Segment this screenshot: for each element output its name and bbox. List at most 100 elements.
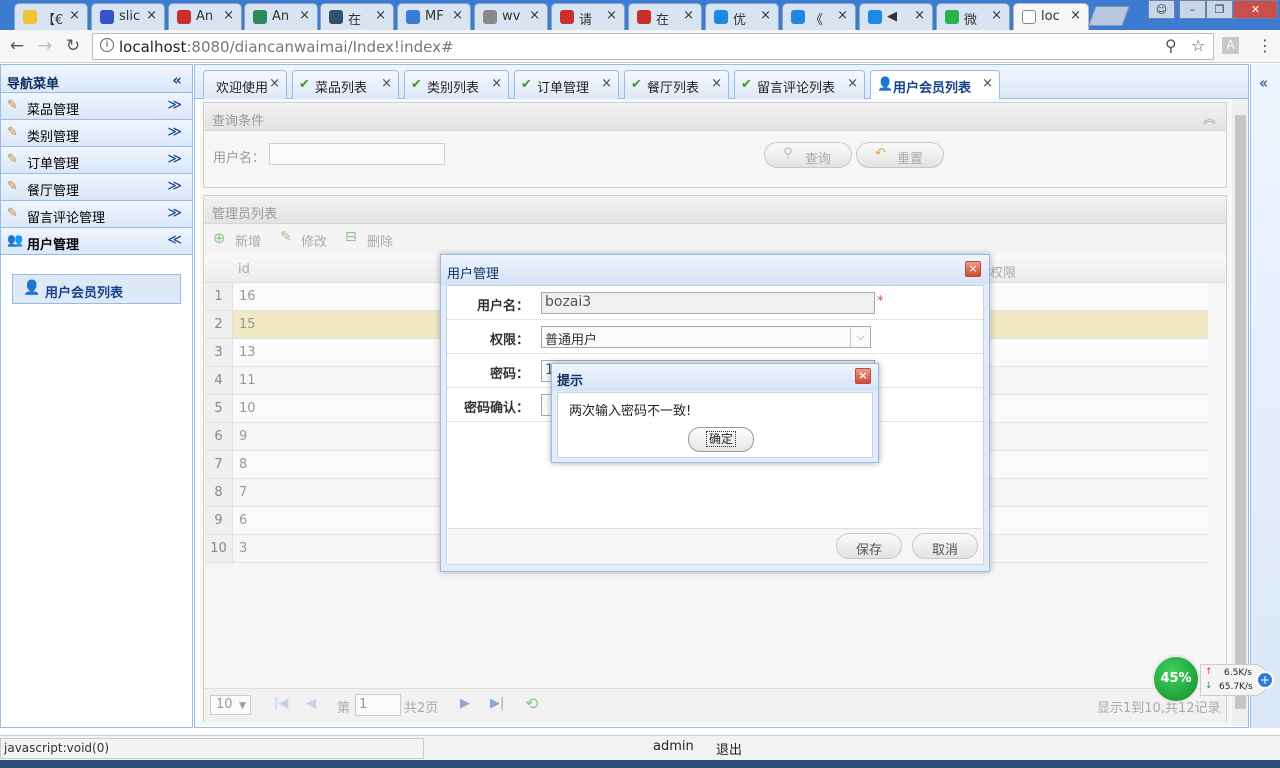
maximize-icon[interactable]: ❐ (1206, 0, 1233, 19)
minimize-icon[interactable]: – (1179, 0, 1206, 19)
logout-link[interactable]: 退出 (716, 739, 742, 758)
tab-6[interactable]: ✔ 留言评论列表 × (734, 70, 865, 99)
tab-close-icon[interactable]: × (69, 8, 80, 23)
alert-close-icon[interactable]: × (855, 368, 871, 384)
chevron-down-icon[interactable]: ⌵ (850, 327, 870, 347)
edit-button[interactable]: 修改 (301, 231, 327, 250)
page-number-input[interactable]: 1 (355, 694, 401, 716)
tab-close-icon[interactable]: × (146, 8, 157, 23)
refresh-icon[interactable]: ⟲ (525, 694, 538, 713)
first-page-icon[interactable]: |◀ (274, 696, 288, 711)
back-icon[interactable]: ← (6, 35, 28, 57)
add-icon[interactable]: + (1256, 671, 1274, 689)
tab-close-icon[interactable]: × (381, 76, 392, 91)
tab-1[interactable]: 欢迎使用 × (203, 70, 287, 99)
scrollbar[interactable] (1232, 99, 1248, 726)
browser-tab[interactable]: 微 × (936, 3, 1010, 30)
forward-icon[interactable]: → (34, 35, 56, 57)
extension-icon[interactable]: A (1222, 37, 1239, 54)
dialog-close-icon[interactable]: × (965, 261, 981, 277)
bookmark-star-icon[interactable]: ☆ (1191, 36, 1205, 55)
tab-close-icon[interactable]: × (711, 76, 722, 91)
zoom-icon[interactable]: ⚲ (1165, 36, 1177, 55)
browser-tab[interactable]: 在 × (628, 3, 702, 30)
expand-down-icon[interactable]: ≫ (167, 97, 182, 113)
tab-close-icon[interactable]: × (837, 8, 848, 23)
tab-4[interactable]: ✔ 订单管理 × (514, 70, 619, 99)
search-button[interactable]: ⚲ 查询 (764, 142, 852, 168)
tab-close-icon[interactable]: × (375, 8, 386, 23)
tab-close-icon[interactable]: × (223, 8, 234, 23)
info-icon[interactable]: i (100, 38, 114, 52)
expand-down-icon[interactable]: ≫ (167, 205, 182, 221)
tab-close-icon[interactable]: × (914, 8, 925, 23)
tab-close-icon[interactable]: × (269, 76, 280, 91)
tab-close-icon[interactable]: × (991, 8, 1002, 23)
tab-2[interactable]: ✔ 菜品列表 × (292, 70, 399, 99)
tab-5[interactable]: ✔ 餐厅列表 × (624, 70, 729, 99)
tab-close-icon[interactable]: × (683, 8, 694, 23)
browser-tab[interactable]: An × (168, 3, 242, 30)
memory-gauge[interactable]: 45% (1152, 655, 1200, 703)
tab-close-icon[interactable]: × (1070, 8, 1081, 23)
expand-down-icon[interactable]: ≫ (167, 151, 182, 167)
browser-tab[interactable]: 优 × (705, 3, 779, 30)
sidebar-section[interactable]: ✎ 留言评论管理 ≫ (1, 201, 192, 228)
cancel-button[interactable]: 取消 (912, 533, 978, 559)
new-tab-button[interactable] (1088, 6, 1130, 26)
expand-icon[interactable]: « (1259, 74, 1268, 92)
user-icon[interactable]: ☺ (1148, 0, 1175, 19)
address-bar[interactable]: i localhost:8080/diancanwaimai/Index!ind… (92, 33, 1214, 60)
browser-tab[interactable]: 【€ × (14, 3, 88, 30)
ok-button[interactable]: 确定 (688, 427, 754, 452)
menu-icon[interactable]: ⋮ (1257, 36, 1273, 55)
collapse-up-icon[interactable]: ︽ (1203, 108, 1216, 127)
sidebar-section[interactable]: ✎ 餐厅管理 ≫ (1, 174, 192, 201)
sidebar-section[interactable]: 👥 用户管理 ≪ (1, 228, 192, 255)
tab-close-icon[interactable]: × (982, 76, 993, 91)
browser-tab[interactable]: 《 × (782, 3, 856, 30)
tab-close-icon[interactable]: × (452, 8, 463, 23)
tab-close-icon[interactable]: × (847, 76, 858, 91)
delete-button[interactable]: 删除 (367, 231, 393, 250)
tab-close-icon[interactable]: × (601, 76, 612, 91)
tab-close-icon[interactable]: × (299, 8, 310, 23)
collapse-icon[interactable]: « (172, 71, 182, 89)
tab-3[interactable]: ✔ 类别列表 × (404, 70, 509, 99)
prev-page-icon[interactable]: ◀ (306, 696, 316, 711)
sidebar-item-user-member-list[interactable]: 👤 用户会员列表 (12, 274, 181, 304)
column-header-id[interactable]: id (238, 262, 250, 277)
sidebar-section[interactable]: ✎ 订单管理 ≫ (1, 147, 192, 174)
sidebar-section[interactable]: ✎ 类别管理 ≫ (1, 120, 192, 147)
next-page-icon[interactable]: ▶ (460, 696, 470, 711)
page-size-select[interactable]: 10 ▼ (210, 695, 251, 715)
url-text[interactable]: localhost:8080/diancanwaimai/Index!index… (119, 38, 454, 56)
browser-tab[interactable]: loc × (1013, 3, 1089, 30)
browser-tab[interactable]: ◀ × (859, 3, 933, 30)
last-page-icon[interactable]: ▶| (490, 696, 504, 711)
save-button[interactable]: 保存 (836, 533, 902, 559)
browser-tab[interactable]: slic × (91, 3, 165, 30)
add-button[interactable]: 新增 (235, 231, 261, 250)
expand-down-icon[interactable]: ≫ (167, 124, 182, 140)
expand-down-icon[interactable]: ≫ (167, 178, 182, 194)
tab-close-icon[interactable]: × (760, 8, 771, 23)
username-field[interactable]: bozai3 (541, 292, 875, 314)
expand-up-icon[interactable]: ≪ (167, 232, 182, 248)
username-search-input[interactable] (269, 143, 445, 165)
sidebar-section[interactable]: ✎ 菜品管理 ≫ (1, 93, 192, 120)
browser-tab[interactable]: 请 × (551, 3, 625, 30)
browser-tab[interactable]: MF × (397, 3, 471, 30)
tab-close-icon[interactable]: × (529, 8, 540, 23)
network-speed-widget[interactable]: 45% ↑ 6.5K/s ↓ 65.7K/s + (1152, 655, 1276, 705)
column-header-permission[interactable]: 权限 (990, 262, 1016, 281)
tab-close-icon[interactable]: × (491, 76, 502, 91)
scrollbar-thumb[interactable] (1235, 115, 1246, 709)
tab-7[interactable]: 👤 用户会员列表 × (870, 70, 1000, 99)
close-window-icon[interactable]: ✕ (1233, 0, 1278, 19)
reload-icon[interactable]: ↻ (62, 35, 84, 57)
tab-close-icon[interactable]: × (606, 8, 617, 23)
browser-tab[interactable]: wv × (474, 3, 548, 30)
permission-select[interactable]: 普通用户 ⌵ (541, 326, 871, 348)
browser-tab[interactable]: An × (244, 3, 318, 30)
